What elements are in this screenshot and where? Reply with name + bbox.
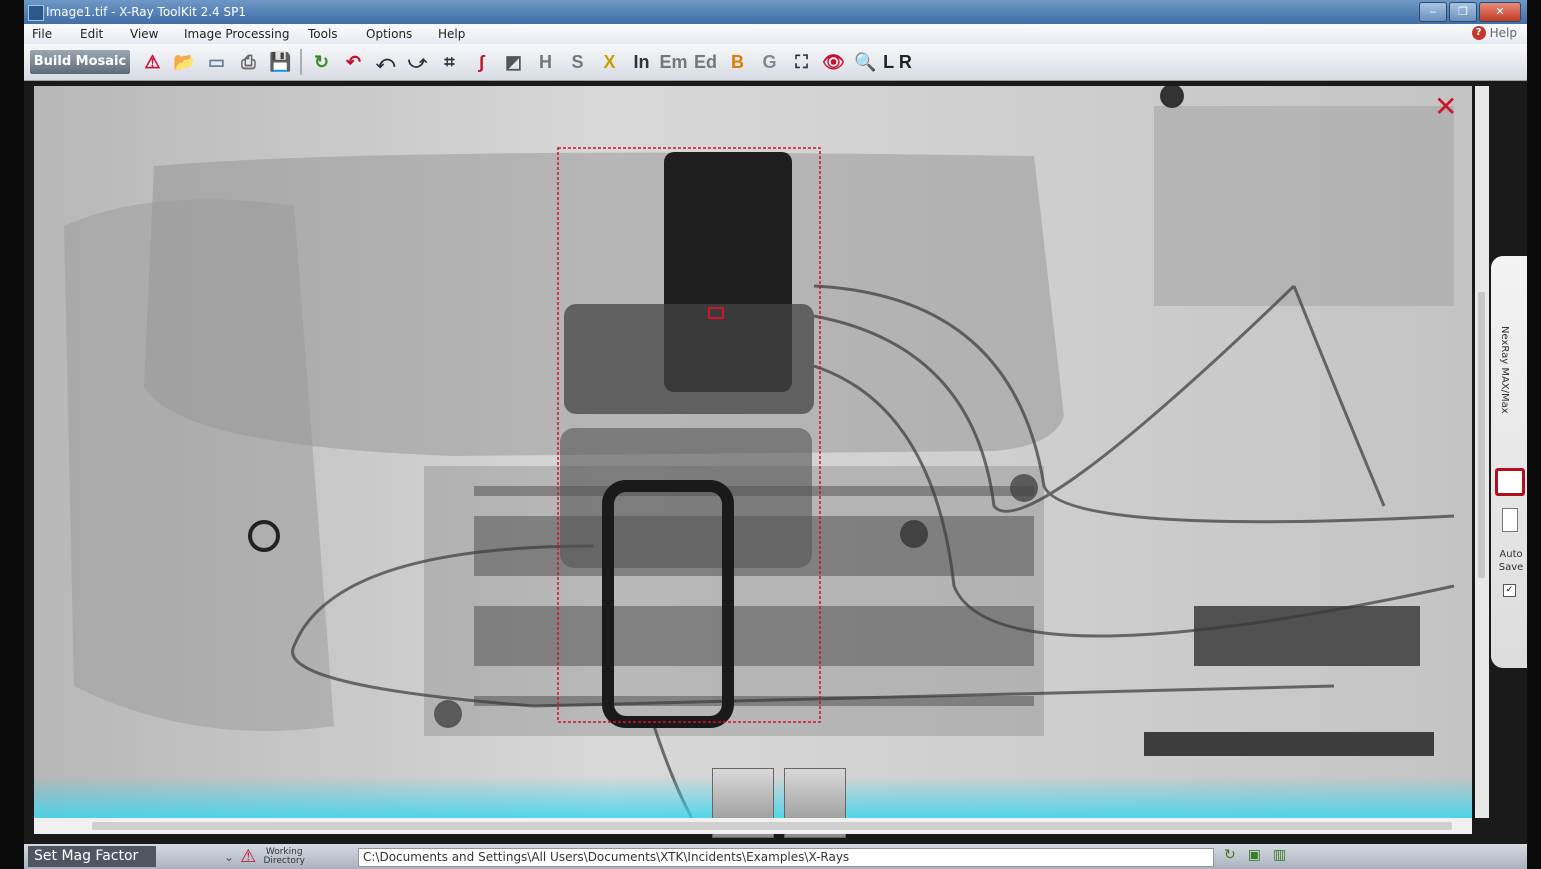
chevron-down-icon[interactable]: ⌄ [224, 850, 234, 864]
minimize-button[interactable]: ‒ [1419, 2, 1447, 22]
auto-save-checkbox[interactable]: ✓ [1503, 584, 1516, 597]
record-toggle[interactable] [1495, 468, 1525, 496]
set-mag-factor-button[interactable]: Set Mag Factor [28, 846, 156, 867]
menu-bar: File Edit View Image Processing Tools Op… [24, 24, 1527, 44]
close-button[interactable]: ✕ [1479, 2, 1521, 22]
toolbar: Build Mosaic ⚠ 📂 ▭ ⎙ 💾 ↻ ↶ ⤺ ⤻ ⌗ ∫ ◩ H S X In Em Ed B G ⛶ 👁 🔍 L… [24, 44, 1527, 81]
xray-image-viewer[interactable] [34, 86, 1472, 822]
app-icon [28, 5, 44, 21]
lr-tool-icon[interactable]: L R [883, 48, 912, 76]
warning-icon: ⚠ [240, 846, 257, 867]
histogram-icon[interactable]: ◩ [499, 48, 528, 76]
crop-icon[interactable]: ⌗ [435, 48, 464, 76]
warning-icon[interactable]: ⚠ [138, 48, 167, 76]
horizontal-scrollbar[interactable] [34, 818, 1472, 834]
panel-toggle[interactable] [1502, 508, 1518, 532]
menu-tools[interactable]: Tools [308, 27, 338, 41]
rotate-right-icon[interactable]: ⤻ [403, 48, 432, 76]
status-bar: Set Mag Factor ⌄ ⚠ Working Directory C:\… [24, 844, 1527, 869]
side-panel: NexRay MAX/Max Auto Save ✓ [1491, 256, 1527, 668]
print-icon[interactable]: ⎙ [234, 48, 263, 76]
zoom-icon[interactable]: 🔍 [851, 48, 880, 76]
ed-tool-icon[interactable]: Ed [691, 48, 720, 76]
folder-icon[interactable]: ▣ [1248, 847, 1261, 863]
s-tool-icon[interactable]: S [563, 48, 592, 76]
working-directory: ⌄ ⚠ Working Directory [224, 846, 306, 867]
in-tool-icon[interactable]: In [627, 48, 656, 76]
menu-image-processing[interactable]: Image Processing [184, 27, 289, 41]
help-icon: ? [1471, 26, 1486, 40]
window-title: Image1.tif - X-Ray ToolKit 2.4 SP1 [46, 5, 246, 19]
menu-view[interactable]: View [130, 27, 158, 41]
close-image-icon[interactable]: ✕ [1434, 90, 1457, 123]
auto-save-label: Auto Save [1498, 549, 1524, 573]
refresh-icon[interactable]: ↻ [307, 48, 336, 76]
restore-button[interactable]: ❐ [1449, 2, 1477, 22]
help-label: Help [1489, 26, 1517, 40]
toolbar-separator [300, 49, 302, 75]
scanner-icon[interactable]: ▭ [202, 48, 231, 76]
rotate-left-icon[interactable]: ⤺ [371, 48, 400, 76]
archive-icon[interactable]: ▥ [1273, 847, 1286, 863]
build-mosaic-button[interactable]: Build Mosaic [30, 50, 130, 74]
em-tool-icon[interactable]: Em [659, 48, 688, 76]
xray-image [34, 86, 1472, 822]
open-folder-icon[interactable]: 📂 [170, 48, 199, 76]
menu-help[interactable]: Help [438, 27, 465, 41]
tool-buttons: ⚠ 📂 ▭ ⎙ 💾 ↻ ↶ ⤺ ⤻ ⌗ ∫ ◩ H S X In Em Ed B G ⛶ 👁 🔍 L R [138, 48, 912, 76]
working-directory-path[interactable]: C:\Documents and Settings\All Users\Docu… [358, 848, 1214, 867]
menu-file[interactable]: File [32, 27, 52, 41]
vertical-scroll-thumb[interactable] [1478, 292, 1485, 578]
horizontal-scroll-thumb[interactable] [92, 822, 1452, 830]
fit-screen-icon[interactable]: ⛶ [787, 48, 816, 76]
menu-edit[interactable]: Edit [80, 27, 103, 41]
status-icons: ↻ ▣ ▥ [1224, 847, 1286, 863]
h-tool-icon[interactable]: H [531, 48, 560, 76]
x-tool-icon[interactable]: X [595, 48, 624, 76]
menu-options[interactable]: Options [366, 27, 412, 41]
view-eye-icon[interactable]: 👁 [819, 48, 848, 76]
curve-icon[interactable]: ∫ [467, 48, 496, 76]
panel-title: NexRay MAX/Max [1499, 326, 1510, 414]
vertical-scrollbar[interactable] [1475, 86, 1489, 818]
working-directory-label: Working Directory [263, 846, 305, 866]
help-button[interactable]: ? Help [1471, 26, 1517, 40]
title-bar: Image1.tif - X-Ray ToolKit 2.4 SP1 ‒ ❐ ✕ [24, 0, 1527, 24]
refresh-icon[interactable]: ↻ [1224, 847, 1236, 863]
save-icon[interactable]: 💾 [266, 48, 295, 76]
undo-icon[interactable]: ↶ [339, 48, 368, 76]
g-tool-icon[interactable]: G [755, 48, 784, 76]
b-tool-icon[interactable]: B [723, 48, 752, 76]
app-window: Image1.tif - X-Ray ToolKit 2.4 SP1 ‒ ❐ ✕… [24, 0, 1527, 869]
